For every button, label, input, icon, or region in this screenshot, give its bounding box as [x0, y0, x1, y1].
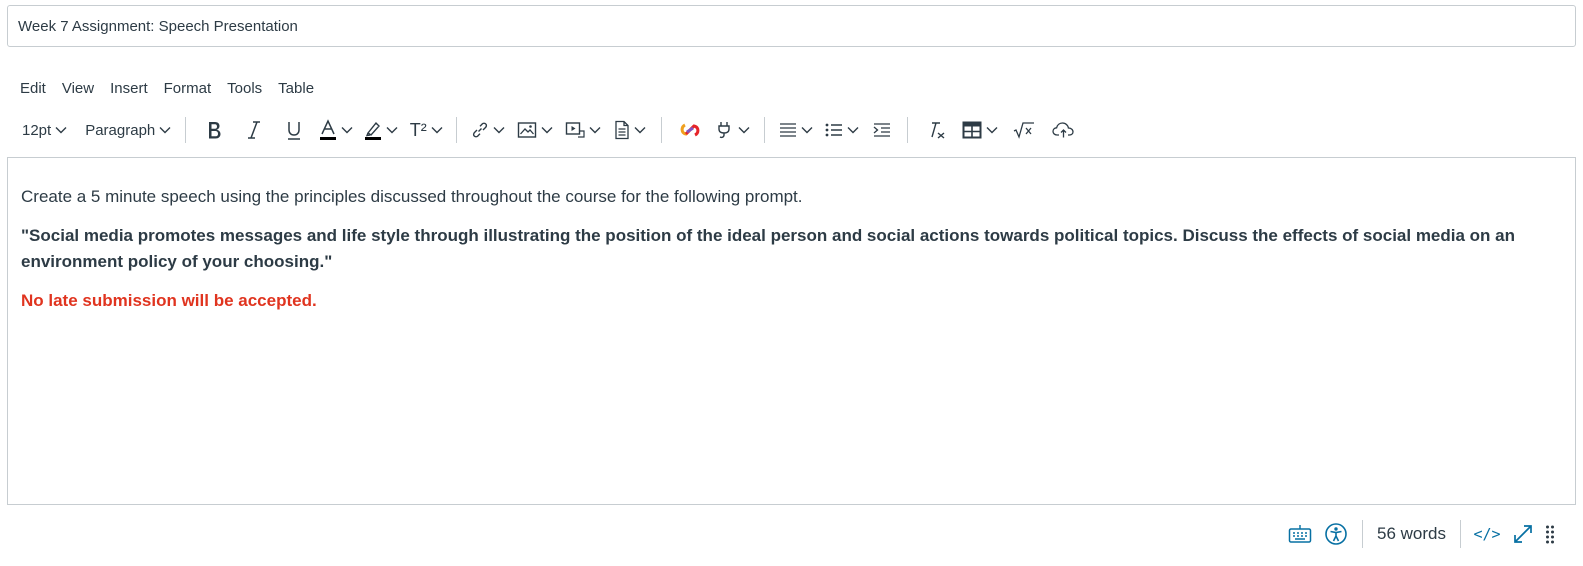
accessibility-checker-button[interactable] [1318, 517, 1354, 551]
media-icon [566, 122, 585, 138]
html-editor-toggle[interactable]: </> [1469, 517, 1505, 551]
word-count[interactable]: 56 words [1371, 524, 1452, 544]
chevron-down-icon [801, 127, 813, 134]
clear-formatting-button[interactable] [916, 113, 956, 147]
chevron-down-icon [431, 127, 443, 134]
toolbar-divider [907, 117, 909, 143]
cloud-upload-button[interactable] [1044, 113, 1084, 147]
apps-icon [680, 123, 700, 137]
link-button[interactable] [465, 113, 511, 147]
chevron-down-icon [493, 127, 505, 134]
menu-table[interactable]: Table [270, 78, 322, 99]
font-size-value: 12pt [22, 121, 52, 139]
fullscreen-icon [1514, 525, 1532, 543]
toolbar-divider [661, 117, 663, 143]
chevron-down-icon [986, 127, 998, 134]
editor-paragraph-instructions: Create a 5 minute speech using the princ… [21, 187, 803, 206]
plugin-button[interactable] [710, 113, 756, 147]
accessibility-icon [1325, 523, 1347, 545]
italic-icon [248, 121, 261, 139]
statusbar-divider [1460, 520, 1461, 548]
chevron-down-icon [159, 127, 171, 134]
font-size-select[interactable]: 12pt [14, 113, 73, 147]
cloud-upload-icon [1052, 122, 1074, 138]
chevron-down-icon [847, 127, 859, 134]
fullscreen-button[interactable] [1505, 517, 1541, 551]
rich-text-editor[interactable]: Create a 5 minute speech using the princ… [7, 157, 1576, 505]
highlight-color-icon [365, 121, 382, 140]
editor-paragraph-prompt: "Social media promotes messages and life… [21, 226, 1515, 271]
list-icon [825, 123, 843, 137]
text-color-icon [320, 119, 337, 140]
menu-edit[interactable]: Edit [12, 78, 54, 99]
chevron-down-icon [589, 127, 601, 134]
statusbar-divider [1362, 520, 1364, 548]
clear-formatting-icon [931, 122, 945, 139]
html-code-icon: </> [1473, 525, 1501, 543]
bold-icon [209, 122, 221, 139]
document-button[interactable] [607, 113, 653, 147]
underline-icon [288, 122, 301, 140]
image-icon [518, 122, 537, 138]
drag-handle-icon [1546, 525, 1554, 544]
highlight-color-button[interactable] [358, 113, 404, 147]
keyboard-shortcuts-button[interactable] [1282, 517, 1318, 551]
indent-button[interactable] [865, 113, 899, 147]
editor-paragraph-late-policy: No late submission will be accepted. [21, 291, 317, 310]
chevron-down-icon [55, 127, 67, 134]
link-icon [473, 122, 488, 138]
toolbar-divider [185, 117, 187, 143]
table-icon [962, 121, 982, 139]
align-icon [780, 123, 797, 137]
menu-view[interactable]: View [54, 78, 102, 99]
underline-button[interactable] [274, 113, 314, 147]
table-button[interactable] [956, 113, 1004, 147]
block-format-select[interactable]: Paragraph [73, 113, 177, 147]
chevron-down-icon [386, 127, 398, 134]
block-format-value: Paragraph [85, 121, 156, 139]
list-button[interactable] [819, 113, 865, 147]
superscript-button[interactable]: T² [404, 113, 448, 147]
media-button[interactable] [559, 113, 607, 147]
chevron-down-icon [541, 127, 553, 134]
menu-format[interactable]: Format [156, 78, 220, 99]
menu-insert[interactable]: Insert [102, 78, 156, 99]
chevron-down-icon [341, 127, 353, 134]
superscript-icon: T² [409, 119, 427, 140]
apps-button[interactable] [670, 113, 710, 147]
editor-toolbar: 12pt Paragraph T² [14, 112, 1214, 148]
assignment-title-input[interactable] [7, 5, 1576, 47]
plugin-icon [718, 122, 730, 139]
toolbar-divider [764, 117, 766, 143]
menu-tools[interactable]: Tools [219, 78, 270, 99]
document-icon [615, 120, 629, 140]
resize-handle[interactable] [1541, 517, 1559, 551]
editor-menubar: Edit View Insert Format Tools Table [12, 76, 322, 100]
editor-statusbar: 56 words </> [1282, 516, 1559, 552]
chevron-down-icon [634, 127, 646, 134]
toolbar-divider [456, 117, 458, 143]
indent-icon [873, 123, 891, 137]
keyboard-icon [1288, 525, 1312, 543]
italic-button[interactable] [234, 113, 274, 147]
equation-button[interactable] [1004, 113, 1044, 147]
chevron-down-icon [738, 127, 750, 134]
text-color-button[interactable] [314, 113, 358, 147]
image-button[interactable] [511, 113, 559, 147]
equation-icon [1013, 122, 1035, 139]
align-button[interactable] [773, 113, 819, 147]
bold-button[interactable] [194, 113, 234, 147]
